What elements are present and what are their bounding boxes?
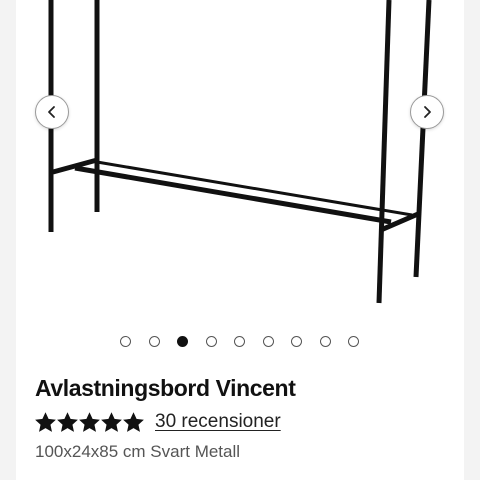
pagination-dot[interactable]: [177, 336, 188, 347]
pagination-dot[interactable]: [234, 336, 245, 347]
previous-image-button[interactable]: [35, 95, 69, 129]
rating-row: 30 recensioner: [35, 409, 281, 435]
pagination-dot[interactable]: [291, 336, 302, 347]
chevron-left-icon: [48, 106, 55, 118]
product-title: Avlastningsbord Vincent: [35, 375, 296, 401]
pagination-dot[interactable]: [148, 336, 160, 347]
product-image: [48, 0, 432, 304]
star-icon: [57, 411, 78, 432]
star-icon: [35, 411, 56, 432]
reviews-link[interactable]: 30 recensioner: [155, 411, 281, 433]
product-card: Avlastningsbord Vincent 30 recensioner 1…: [16, 0, 464, 480]
next-image-button[interactable]: [410, 95, 444, 129]
pagination-dot[interactable]: [205, 336, 217, 347]
gallery-pagination: [16, 336, 464, 348]
pagination-dot[interactable]: [262, 336, 274, 347]
pagination-dot[interactable]: [120, 336, 131, 347]
product-dimensions-material: 100x24x85 cm Svart Metall: [35, 442, 241, 461]
star-icon: [79, 411, 100, 432]
pagination-dot[interactable]: [319, 336, 331, 347]
image-gallery[interactable]: [16, 0, 464, 325]
star-rating: [35, 411, 145, 433]
star-icon: [101, 411, 122, 432]
star-icon: [123, 411, 144, 432]
pagination-dot[interactable]: [348, 336, 359, 347]
chevron-right-icon: [424, 106, 431, 118]
